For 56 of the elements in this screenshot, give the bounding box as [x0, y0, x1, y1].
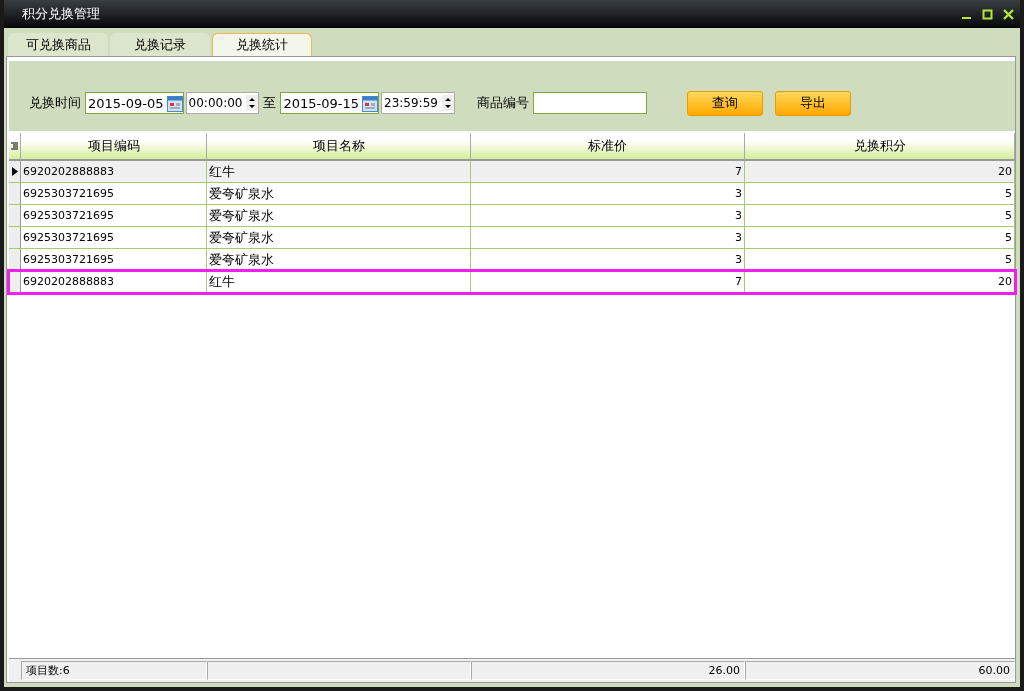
- table-cell: 红牛: [207, 271, 471, 293]
- window-title: 积分兑换管理: [22, 5, 101, 23]
- table-row[interactable]: 6925303721695 爱夸矿泉水 3 5: [9, 183, 1015, 205]
- table-cell: 5: [745, 227, 1015, 249]
- summary-cell: 26.00: [471, 661, 745, 680]
- tab[interactable]: 兑换统计: [212, 33, 312, 56]
- table-cell: 5: [745, 183, 1015, 205]
- summary-cell: 60.00: [745, 661, 1015, 680]
- to-label: 至: [263, 94, 277, 112]
- table-cell: 3: [471, 183, 745, 205]
- close-icon[interactable]: [1003, 8, 1014, 20]
- start-date-field[interactable]: 2015-09-05: [85, 92, 184, 114]
- table-cell: 3: [471, 205, 745, 227]
- column-header[interactable]: 项目编码: [21, 133, 207, 161]
- code-field[interactable]: [532, 92, 647, 114]
- summary-cell: 项目数:6: [21, 661, 207, 680]
- spinner-icon[interactable]: [246, 95, 259, 111]
- table-cell: 5: [745, 205, 1015, 227]
- table-cell: 6925303721695: [21, 183, 207, 205]
- table-cell: 6925303721695: [21, 249, 207, 271]
- row-header-icon[interactable]: [9, 133, 21, 161]
- table-row[interactable]: 6925303721695 爱夸矿泉水 3 5: [9, 227, 1015, 249]
- column-header[interactable]: 兑换积分: [745, 133, 1015, 161]
- table-cell: 7: [471, 161, 745, 183]
- maximize-icon[interactable]: [982, 8, 993, 20]
- calendar-icon[interactable]: [362, 94, 379, 112]
- current-row-icon: [12, 167, 18, 176]
- end-time-field[interactable]: 23:59:59: [381, 92, 455, 114]
- table-cell: 爱夸矿泉水: [207, 183, 471, 205]
- table-cell: 6920202888883: [21, 271, 207, 293]
- table-cell: 20: [745, 161, 1015, 183]
- table-row[interactable]: 6925303721695 爱夸矿泉水 3 5: [9, 249, 1015, 271]
- table-row[interactable]: 6925303721695 爱夸矿泉水 3 5: [9, 205, 1015, 227]
- table-cell: 6925303721695: [21, 205, 207, 227]
- column-header[interactable]: 标准价: [471, 133, 745, 161]
- start-time-field[interactable]: 00:00:00: [185, 92, 260, 114]
- table-cell: 爱夸矿泉水: [207, 227, 471, 249]
- table-row[interactable]: 6920202888883 红牛 7 20: [9, 271, 1015, 293]
- code-label: 商品编号: [476, 94, 529, 112]
- spinner-icon[interactable]: [441, 95, 454, 111]
- query-button[interactable]: 查询: [686, 90, 763, 116]
- table-cell: 6920202888883: [21, 161, 207, 183]
- end-date-field[interactable]: 2015-09-15: [280, 92, 380, 114]
- table-cell: 3: [471, 227, 745, 249]
- export-button[interactable]: 导出: [774, 90, 851, 116]
- table-cell: 爱夸矿泉水: [207, 249, 471, 271]
- calendar-icon[interactable]: [166, 94, 183, 112]
- tab[interactable]: 可兑换商品: [8, 33, 108, 56]
- column-header[interactable]: 项目名称: [207, 133, 471, 161]
- table-cell: 爱夸矿泉水: [207, 205, 471, 227]
- table-cell: 红牛: [207, 161, 471, 183]
- tab[interactable]: 兑换记录: [110, 33, 210, 56]
- table-row[interactable]: 6920202888883 红牛 7 20: [9, 161, 1015, 183]
- row-selector[interactable]: [9, 161, 21, 183]
- table-cell: 6925303721695: [21, 227, 207, 249]
- time-label: 兑换时间: [29, 94, 81, 112]
